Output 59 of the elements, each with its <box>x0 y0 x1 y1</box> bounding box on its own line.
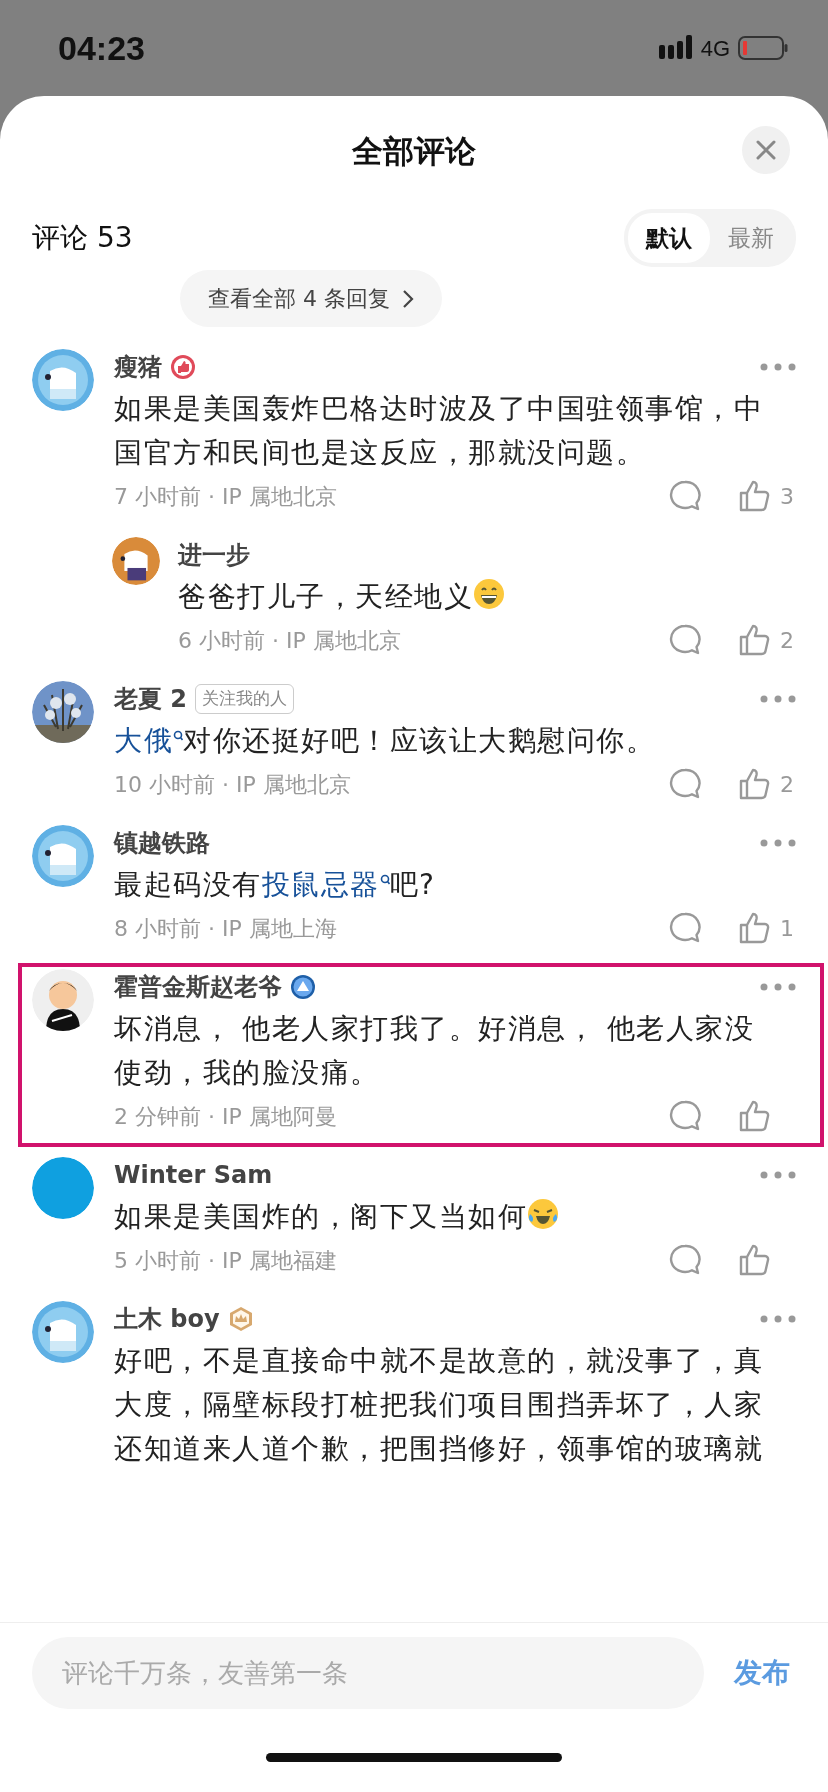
comment-meta: 8 小时前 · IP 属地上海 <box>114 914 337 943</box>
comment-icon[interactable] <box>668 1099 702 1133</box>
keyword-link[interactable]: 投鼠忌器 <box>261 865 390 905</box>
thumbs-up-icon[interactable] <box>738 1099 772 1133</box>
comment-input[interactable]: 评论千万条，友善第一条 <box>32 1637 704 1709</box>
comment-icon[interactable] <box>668 1243 702 1277</box>
more-icon[interactable] <box>760 1171 796 1179</box>
author-name: 土木 boy <box>114 1304 220 1335</box>
status-time: 04:23 <box>58 27 145 69</box>
comment-meta: 2 分钟前 · IP 属地阿曼 <box>114 1102 337 1131</box>
author-name: 老夏 2 <box>114 684 188 715</box>
comment-text: 如果是美国轰炸巴格达时波及了中国驻领事馆，中国官方和民间也是这反应，那就没问题。 <box>114 391 764 471</box>
author-name: Winter Sam <box>114 1160 273 1191</box>
keyword-link[interactable]: 大俄 <box>114 721 183 761</box>
comment-icon[interactable] <box>668 479 702 513</box>
sheet-title: 全部评论 <box>352 131 476 171</box>
signal-icon <box>658 35 693 61</box>
search-icon <box>379 874 390 886</box>
thumbs-up-icon[interactable] <box>738 479 772 513</box>
author-name: 霍普金斯赵老爷 <box>114 972 282 1003</box>
view-replies-button[interactable]: 查看全部 4 条回复 <box>180 270 442 327</box>
comment-text: 好吧，不是直接命中就不是故意的，就没事了，真大度，隔壁标段打桩把我们项目围挡弄坏了，人家还知道来人道个歉，把围挡修好，领事馆的玻璃就 <box>114 1343 764 1467</box>
author-name: 镇越铁路 <box>114 828 210 859</box>
close-button[interactable] <box>742 126 790 174</box>
chevron-right-icon <box>402 288 414 309</box>
author-name: 瘦猪 <box>114 352 162 383</box>
more-icon[interactable] <box>760 983 796 991</box>
battery-icon <box>738 35 788 61</box>
comment-text: 最起码没有投鼠忌器 吧? <box>114 863 796 907</box>
like-count: 1 <box>780 914 794 943</box>
comment-icon[interactable] <box>668 911 702 945</box>
comment-meta: 5 小时前 · IP 属地福建 <box>114 1246 337 1275</box>
comment-text: 如果是美国炸的，阁下又当如何 <box>114 1195 796 1239</box>
network-label: 4G <box>700 34 730 63</box>
search-icon <box>173 730 183 742</box>
comment-text: 大俄 对你还挺好吧！应该让大鹅慰问你。 <box>114 719 796 763</box>
thumbs-up-icon[interactable] <box>738 1243 772 1277</box>
more-icon[interactable] <box>760 1315 796 1323</box>
comment-meta: 7 小时前 · IP 属地北京 <box>114 482 337 511</box>
comment-icon[interactable] <box>668 623 702 657</box>
close-icon <box>756 140 776 160</box>
more-icon[interactable] <box>760 363 796 371</box>
comment-meta: 10 小时前 · IP 属地北京 <box>114 770 351 799</box>
like-count: 2 <box>780 770 794 799</box>
like-count: 3 <box>780 482 794 511</box>
like-count: 2 <box>780 626 794 655</box>
more-icon[interactable] <box>760 839 796 847</box>
comment-count: 评论 53 <box>32 220 133 256</box>
thumbs-up-icon[interactable] <box>738 911 772 945</box>
comment-text: 坏消息， 他老人家打我了。好消息， 他老人家没使劲，我的脸没痛。 <box>114 1011 756 1091</box>
follower-tag: 关注我的人 <box>195 684 295 714</box>
comment-text: 爸爸打儿子，天经地义 <box>178 575 796 619</box>
sort-option[interactable]: 默认 <box>628 212 710 264</box>
comment-icon[interactable] <box>668 767 702 801</box>
more-icon[interactable] <box>760 695 796 703</box>
thumbs-up-icon[interactable] <box>738 767 772 801</box>
thumbs-up-icon[interactable] <box>738 623 772 657</box>
author-name: 进一步 <box>178 540 250 571</box>
comment-meta: 6 小时前 · IP 属地北京 <box>178 626 401 655</box>
